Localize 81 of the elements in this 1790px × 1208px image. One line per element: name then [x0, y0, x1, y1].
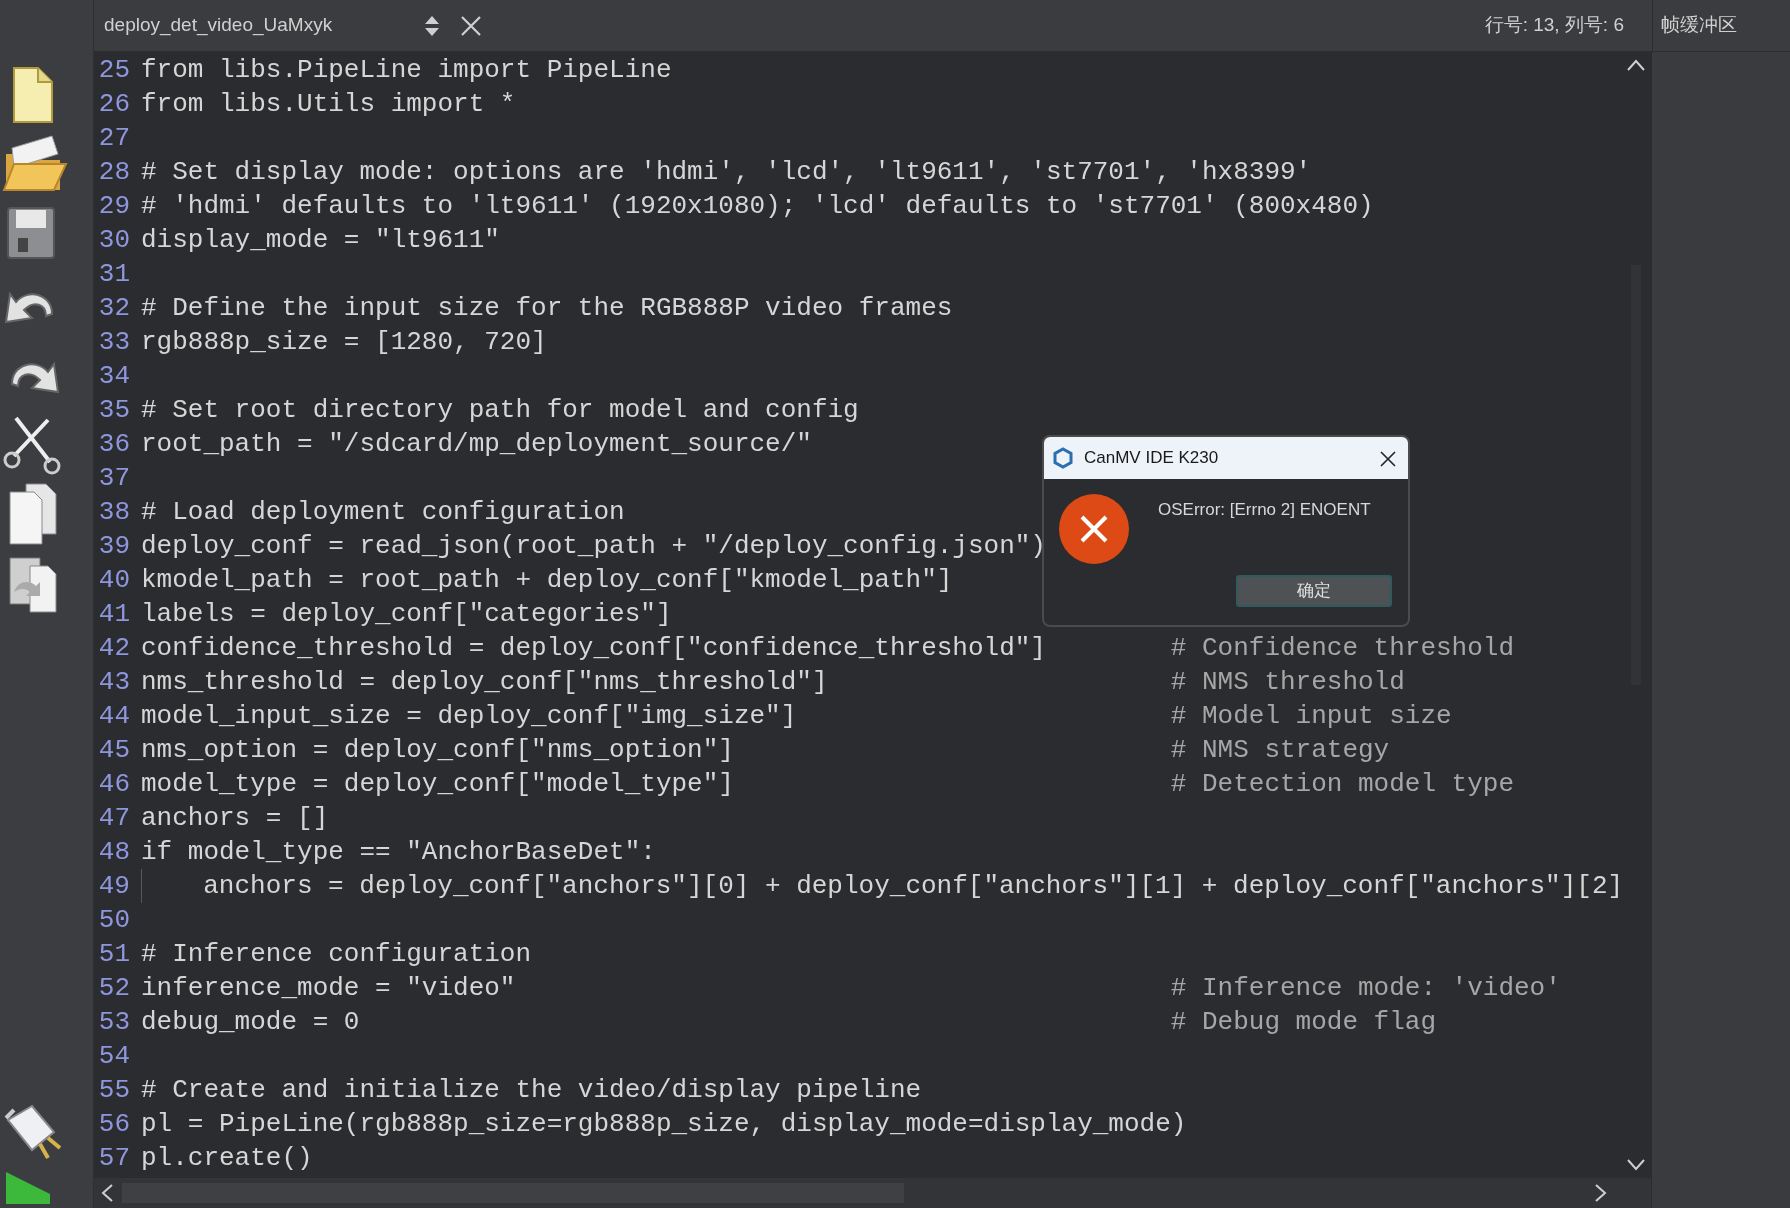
line-number: 29 [97, 190, 130, 223]
code-line: labels = deploy_conf["categories"] [141, 598, 672, 631]
code-line: # Define the input size for the RGB888P video frames [141, 292, 953, 325]
code-line: kmodel_path = root_path + deploy_conf["kmodel_path"] [141, 564, 953, 597]
scroll-down-icon[interactable] [1626, 1158, 1646, 1172]
code-line: anchors = [] [141, 802, 329, 835]
code-line: pl.create() [141, 1142, 313, 1175]
line-number: 53 [97, 1006, 130, 1039]
code-line: model_input_size = deploy_conf["img_size"] [141, 700, 798, 733]
error-message: OSError: [Errno 2] ENOENT [1158, 499, 1371, 521]
code-line: # Set display mode: options are 'hdmi', 'lcd', 'lt9611', 'st7701', 'hx8399' [141, 156, 1312, 189]
cursor-position: 行号: 13, 列号: 6 [1484, 13, 1625, 38]
line-number: 46 [97, 768, 130, 801]
code-line: from libs.PipeLine import PipeLine [141, 54, 672, 87]
line-number: 41 [97, 598, 130, 631]
code-comment: # Inference mode: 'video' [1170, 972, 1561, 1005]
code-line: # 'hdmi' defaults to 'lt9611' (1920x1080); 'lcd' defaults to 'st7701' (800x480) [141, 190, 1374, 223]
line-number: 50 [97, 904, 130, 937]
code-line: deploy_conf = read_json(root_path + "/deploy_config.json") [141, 530, 1046, 563]
app-logo-icon [1052, 447, 1074, 469]
line-number: 32 [97, 292, 130, 325]
code-comment: # Model input size [1170, 700, 1452, 733]
code-comment: # Confidence threshold [1170, 632, 1515, 665]
code-line: inference_mode = "video" [141, 972, 517, 1005]
line-number: 42 [97, 632, 130, 665]
code-comment: # NMS strategy [1170, 734, 1390, 767]
code-line: confidence_threshold = deploy_conf["confidence_threshold"] [141, 632, 1047, 665]
line-number: 31 [97, 258, 130, 291]
file-name-tab[interactable]: deploy_det_video_UaMxyk [94, 11, 424, 40]
code-line: # Inference configuration [141, 938, 532, 971]
line-number: 49 [97, 870, 130, 903]
line-number: 37 [97, 462, 130, 495]
code-line: from libs.Utils import * [141, 88, 516, 121]
code-line: nms_threshold = deploy_conf["nms_threshold"] [141, 666, 829, 699]
line-number: 52 [97, 972, 130, 1005]
code-line: root_path = "/sdcard/mp_deployment_source/" [141, 428, 812, 461]
line-number: 55 [97, 1074, 130, 1107]
scroll-right-icon[interactable] [1594, 1183, 1608, 1203]
code-line: if model_type == "AnchorBaseDet": [141, 836, 656, 869]
code-comment: # Detection model type [1170, 768, 1515, 801]
code-line: # Set root directory path for model and config [141, 394, 859, 427]
line-number: 27 [97, 122, 130, 155]
line-number: 45 [97, 734, 130, 767]
line-number: 25 [97, 54, 130, 87]
code-line: nms_option = deploy_conf["nms_option"] [141, 734, 735, 767]
panel-title: 帧缓冲区 [1652, 0, 1790, 51]
dialog-title: CanMV IDE K230 [1084, 447, 1219, 470]
scroll-left-icon[interactable] [100, 1183, 114, 1203]
line-number: 56 [97, 1108, 130, 1141]
line-number: 39 [97, 530, 130, 563]
code-line: model_type = deploy_conf["model_type"] [141, 768, 735, 801]
code-line: display_mode = "lt9611" [141, 224, 500, 257]
line-number: 30 [97, 224, 130, 257]
line-number: 43 [97, 666, 130, 699]
code-line: # Load deployment configuration [141, 496, 625, 529]
line-number: 40 [97, 564, 130, 597]
line-number: 51 [97, 938, 130, 971]
line-number: 28 [97, 156, 130, 189]
line-number: 57 [97, 1142, 130, 1175]
code-line: debug_mode = 0 [141, 1006, 361, 1039]
sort-arrows-icon[interactable] [424, 14, 440, 37]
code-comment: # Debug mode flag [1170, 1006, 1436, 1039]
line-number: 48 [97, 836, 130, 869]
line-number: 36 [97, 428, 130, 461]
code-line: pl = PipeLine(rgb888p_size=rgb888p_size, display_mode=display_mode) [141, 1108, 1187, 1141]
line-number: 34 [97, 360, 130, 393]
line-number: 54 [97, 1040, 130, 1073]
code-line: anchors = deploy_conf["anchors"][0] + deploy_conf["anchors"][1] + deploy_conf["anchors"][2] [203, 870, 1621, 903]
line-number: 47 [97, 802, 130, 835]
line-number: 26 [97, 88, 130, 121]
ok-button[interactable]: 确定 [1236, 575, 1392, 607]
line-number: 38 [97, 496, 130, 529]
code-line: rgb888p_size = [1280, 720] [141, 326, 547, 359]
close-icon[interactable] [1380, 450, 1396, 467]
line-number: 33 [97, 326, 130, 359]
scroll-up-icon[interactable] [1626, 58, 1646, 72]
line-number: 44 [97, 700, 130, 733]
code-line: # Create and initialize the video/display pipeline [141, 1074, 922, 1107]
line-number: 35 [97, 394, 130, 427]
code-comment: # NMS threshold [1170, 666, 1405, 699]
error-icon [1058, 493, 1130, 565]
